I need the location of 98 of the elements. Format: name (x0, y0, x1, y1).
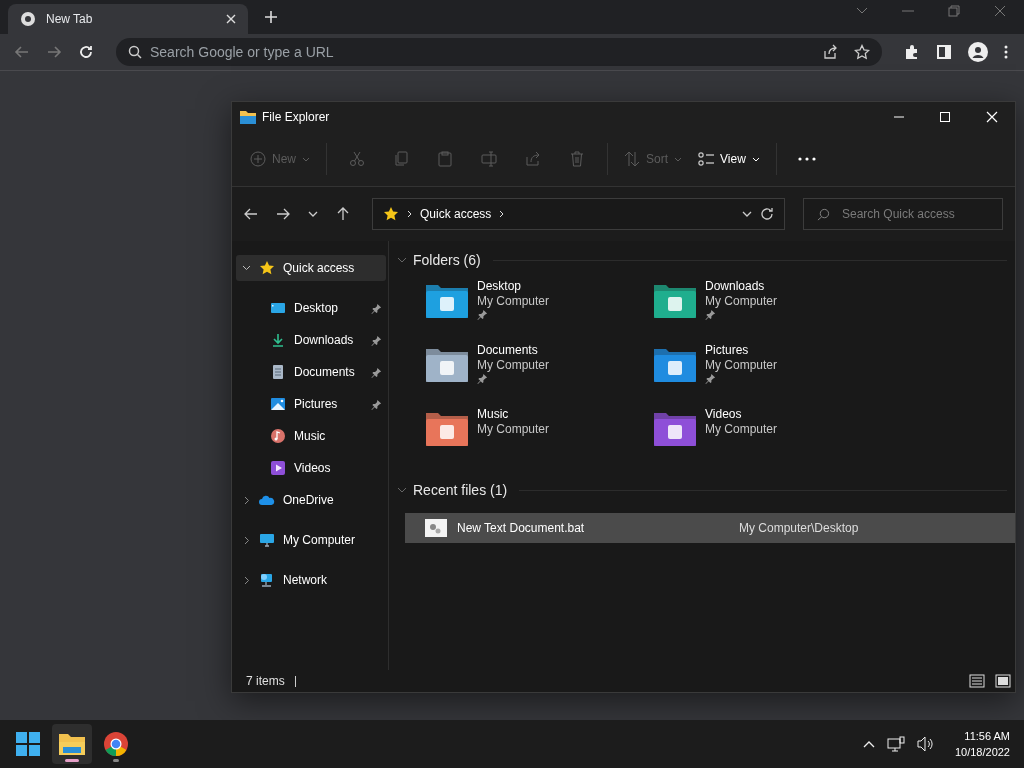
chevron-right-icon (499, 210, 505, 218)
up-icon[interactable] (336, 207, 350, 221)
sidebar-item[interactable]: My Computer (236, 527, 386, 553)
menu-icon[interactable] (1004, 45, 1008, 59)
taskbar-app[interactable] (52, 724, 92, 764)
folder-icon[interactable] (425, 283, 469, 319)
search-icon (817, 208, 830, 221)
gear-file-icon (425, 519, 447, 537)
sidebar-item[interactable]: OneDrive (236, 487, 386, 513)
sidebar-item[interactable]: Downloads (236, 327, 386, 353)
view-button[interactable]: View (692, 142, 766, 176)
folder-location: My Computer (705, 294, 778, 308)
chevron-up-icon[interactable] (862, 740, 875, 748)
refresh-icon[interactable] (760, 207, 774, 221)
browser-tab[interactable]: New Tab (8, 4, 248, 34)
trash-icon (569, 151, 585, 167)
desktop-icon (270, 300, 286, 316)
forward-icon[interactable] (276, 207, 290, 221)
download-icon (270, 332, 286, 348)
folder-name[interactable]: Downloads (705, 279, 765, 293)
more-icon (797, 157, 816, 161)
folder-location: My Computer (477, 422, 550, 436)
folder-location: My Computer (705, 422, 778, 436)
scissors-icon (349, 151, 365, 167)
chevron-right-icon[interactable] (242, 495, 251, 505)
clock-time[interactable]: 11:56 AM (964, 728, 1010, 744)
sidebar-item[interactable]: Network (236, 567, 386, 593)
star-outline-icon[interactable] (854, 44, 870, 60)
rename-icon (481, 151, 497, 167)
document-icon (270, 364, 286, 380)
caret-icon (674, 156, 683, 162)
sidebar-item[interactable]: Documents (236, 359, 386, 385)
speaker-icon[interactable] (916, 736, 935, 752)
sidebar-item[interactable]: Videos (236, 455, 386, 481)
chevron-right-icon (407, 210, 412, 218)
folder-icon (240, 110, 256, 124)
sort-icon (624, 151, 640, 167)
caret-icon (302, 156, 310, 162)
browser-logo-icon (104, 732, 128, 756)
plus-circle-icon (250, 151, 266, 167)
search-icon (128, 45, 142, 59)
folder-icon[interactable] (425, 411, 469, 447)
maximize-icon[interactable] (940, 112, 950, 122)
reload-icon[interactable] (78, 44, 94, 60)
folder-icon[interactable] (653, 283, 697, 319)
breadcrumb[interactable]: Quick access (420, 207, 492, 221)
share-icon (525, 151, 541, 167)
clock-date[interactable]: 10/18/2022 (954, 744, 1010, 760)
folder-icon[interactable] (425, 347, 469, 383)
share-icon[interactable] (822, 44, 838, 60)
chevron-right-icon[interactable] (242, 535, 251, 545)
folder-name[interactable]: Music (477, 407, 509, 421)
tiles-view-icon[interactable] (995, 674, 1011, 688)
address-bar[interactable]: Search Google or type a URL (116, 38, 882, 66)
chevron-right-icon[interactable] (242, 575, 251, 585)
side-panel-icon[interactable] (936, 44, 952, 60)
folder-name[interactable]: Pictures (705, 343, 749, 357)
folder-icon[interactable] (653, 347, 697, 383)
sidebar-item[interactable]: Desktop (236, 295, 386, 321)
folder-location: My Computer (477, 294, 550, 308)
section-heading: Recent files (1) (413, 482, 508, 498)
restore-icon[interactable] (948, 4, 960, 17)
section-heading: Folders (6) (413, 252, 481, 268)
puzzle-icon[interactable] (904, 44, 920, 60)
browser-logo-icon (20, 11, 36, 27)
file-row[interactable]: New Text Document.bat My Computer\Desktop (405, 513, 1015, 543)
window-title: File Explorer (262, 110, 330, 124)
star-icon (259, 260, 275, 276)
video-icon (270, 460, 286, 476)
profile-icon[interactable] (968, 42, 988, 62)
windows-logo-icon (16, 732, 40, 756)
new-tab-icon[interactable] (264, 10, 278, 24)
folder-icon (59, 733, 85, 755)
chevron-down-icon[interactable] (242, 265, 251, 271)
clipboard-icon (437, 151, 453, 167)
sidebar-item[interactable]: Music (236, 423, 386, 449)
picture-icon (270, 396, 286, 412)
search-field[interactable]: Search Quick access (803, 198, 1003, 230)
sidebar-item[interactable]: Pictures (236, 391, 386, 417)
address-field[interactable]: Quick access (372, 198, 785, 230)
network-icon[interactable] (886, 736, 905, 752)
folder-location: My Computer (705, 358, 778, 372)
folder-icon[interactable] (653, 411, 697, 447)
details-view-icon[interactable] (969, 674, 985, 688)
star-icon (383, 206, 399, 222)
network-icon (259, 572, 275, 588)
folder-name[interactable]: Videos (705, 407, 742, 421)
caret-icon (751, 156, 760, 162)
folder-location: My Computer (477, 358, 550, 372)
music-icon (270, 428, 286, 444)
folder-name[interactable]: Desktop (477, 279, 522, 293)
copy-icon (393, 151, 409, 167)
item-count: 7 items (246, 674, 285, 688)
list-view-icon (698, 152, 715, 166)
sidebar-item[interactable]: Quick access (236, 255, 386, 281)
monitor-icon (259, 532, 275, 548)
back-icon[interactable] (244, 207, 258, 221)
folder-name[interactable]: Documents (477, 343, 538, 357)
